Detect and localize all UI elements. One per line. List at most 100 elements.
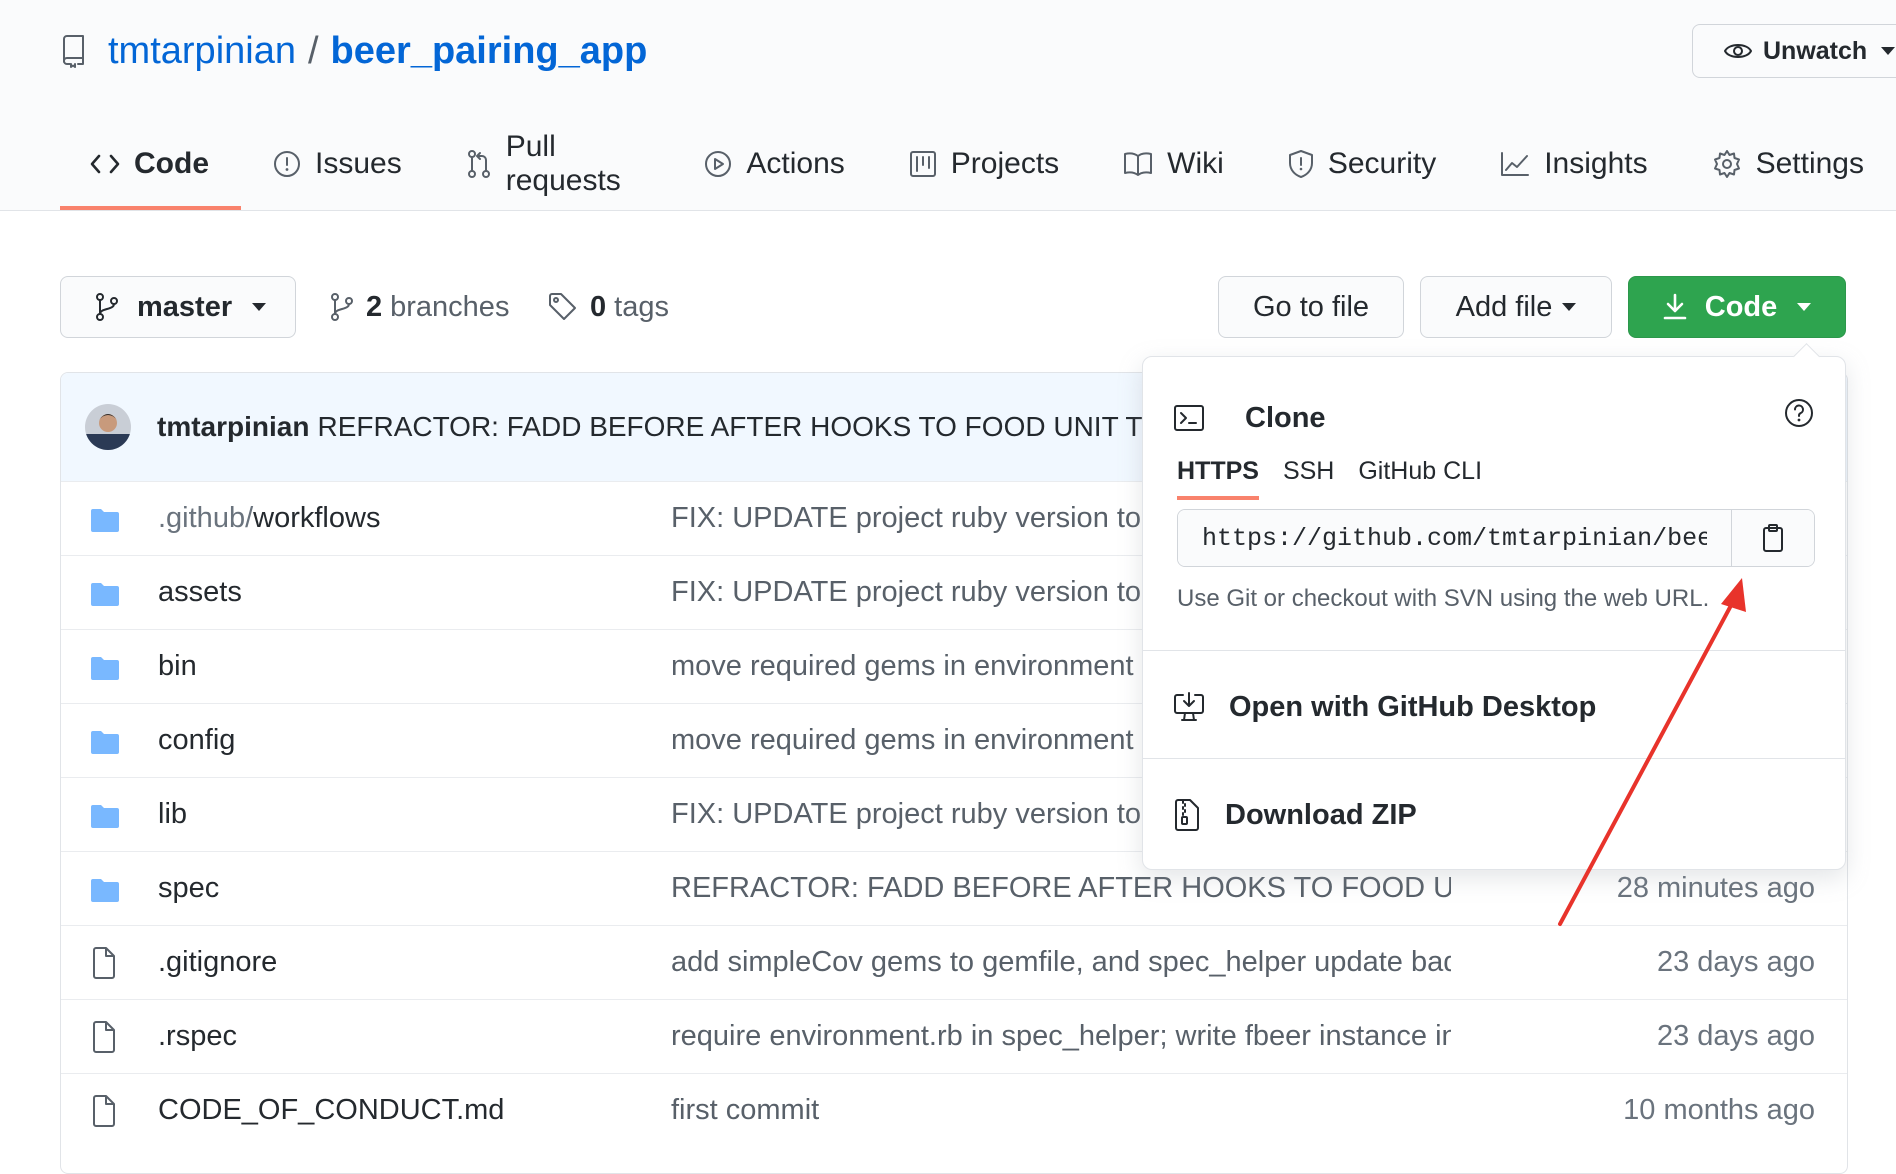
unwatch-label: Unwatch <box>1763 36 1868 65</box>
graph-icon <box>1500 151 1544 177</box>
tab-issues[interactable]: Issues <box>241 128 434 200</box>
clone-title: Clone <box>1245 401 1326 434</box>
folder-icon <box>91 502 119 536</box>
tab-code[interactable]: Code <box>60 128 241 210</box>
file-name-link[interactable]: spec <box>158 852 219 925</box>
file-icon <box>91 1094 117 1128</box>
tab-label: Wiki <box>1167 147 1224 180</box>
branch-icon <box>330 292 366 322</box>
open-github-desktop-item[interactable]: Open with GitHub Desktop <box>1173 677 1596 737</box>
commit-message-link[interactable]: first commit <box>671 1074 1451 1147</box>
clone-dropdown: Clone HTTPS SSH GitHub CLI Use Git or ch… <box>1142 343 1846 870</box>
repo-title: tmtarpinian / beer_pairing_app <box>60 24 647 78</box>
file-name-link[interactable]: lib <box>158 778 187 851</box>
tab-settings[interactable]: Settings <box>1680 128 1896 200</box>
repo-separator: / <box>307 29 319 72</box>
eye-icon <box>1723 39 1763 63</box>
file-name-link[interactable]: assets <box>158 556 242 629</box>
repo-owner-link[interactable]: tmtarpinian <box>108 30 296 73</box>
file-icon <box>91 946 117 980</box>
tab-wiki[interactable]: Wiki <box>1091 128 1256 200</box>
file-name-link[interactable]: .gitignore <box>158 926 277 999</box>
folder-icon <box>91 872 119 906</box>
clone-url-input[interactable] <box>1178 510 1731 566</box>
file-name-link[interactable]: .github/workflows <box>158 482 380 555</box>
tab-label: Projects <box>950 147 1060 180</box>
download-zip-item[interactable]: Download ZIP <box>1173 785 1417 845</box>
branches-count: 2 <box>366 290 383 323</box>
shield-icon <box>1288 149 1328 179</box>
folder-icon <box>91 650 119 684</box>
repo-nav-tabs: Code Issues Pull requests Actions Projec… <box>60 128 1896 210</box>
tab-ssh[interactable]: SSH <box>1283 457 1334 500</box>
copy-url-button[interactable] <box>1731 510 1814 566</box>
tags-label: tags <box>614 290 669 323</box>
tab-label: Settings <box>1755 147 1864 180</box>
tab-pull-requests[interactable]: Pull requests <box>434 128 673 200</box>
commit-age: 23 days ago <box>1656 1020 1815 1052</box>
add-file-label: Add file <box>1455 290 1553 323</box>
question-icon[interactable] <box>1783 397 1815 429</box>
open-desktop-label: Open with GitHub Desktop <box>1229 690 1597 723</box>
repo-icon <box>60 34 86 68</box>
tab-projects[interactable]: Projects <box>877 128 1091 200</box>
file-name-link[interactable]: .rspec <box>158 1000 237 1073</box>
branches-label: branches <box>390 290 510 323</box>
table-row: .rspec require environment.rb in spec_he… <box>61 999 1847 1073</box>
branch-name: master <box>137 290 233 323</box>
unwatch-button[interactable]: Unwatch <box>1692 24 1896 78</box>
book-icon <box>1123 151 1167 177</box>
issue-icon <box>273 150 315 178</box>
project-icon <box>909 150 951 178</box>
tags-count: 0 <box>590 290 607 323</box>
avatar[interactable] <box>85 404 131 450</box>
commit-author-link[interactable]: tmtarpinian <box>157 411 309 442</box>
add-file-button[interactable]: Add file <box>1420 276 1612 338</box>
clone-header: Clone <box>1173 397 1326 439</box>
tab-label: Actions <box>746 147 845 180</box>
latest-commit-text: tmtarpinian REFRACTOR: FADD BEFORE AFTER … <box>157 405 1216 449</box>
branches-link[interactable]: 2 branches <box>330 276 509 338</box>
tab-label: Security <box>1327 147 1437 180</box>
commit-message-link[interactable]: require environment.rb in spec_helper; w… <box>671 1000 1451 1073</box>
table-row: .gitignore add simpleCov gems to gemfile… <box>61 925 1847 999</box>
branch-select-button[interactable]: master <box>60 276 296 338</box>
chevron-down-icon <box>1881 47 1896 55</box>
repo-name-link[interactable]: beer_pairing_app <box>331 30 648 73</box>
branch-icon <box>95 292 137 322</box>
tab-security[interactable]: Security <box>1256 128 1468 200</box>
file-zip-icon <box>1173 798 1225 832</box>
commit-age: 23 days ago <box>1656 946 1815 978</box>
play-icon <box>704 150 746 178</box>
tab-insights[interactable]: Insights <box>1468 128 1679 200</box>
chevron-down-icon <box>252 303 267 311</box>
gear-icon <box>1712 149 1756 179</box>
chevron-down-icon <box>1797 303 1812 311</box>
folder-icon <box>91 724 119 758</box>
commit-message-link[interactable]: REFRACTOR: FADD BEFORE AFTER HOOKS TO FO… <box>317 411 1215 442</box>
clone-url-note: Use Git or checkout with SVN using the w… <box>1177 585 1710 612</box>
folder-icon <box>91 798 119 832</box>
file-name-link[interactable]: config <box>158 704 235 777</box>
table-row: CODE_OF_CONDUCT.md first commit 10 month… <box>61 1073 1847 1147</box>
tab-actions[interactable]: Actions <box>672 128 876 200</box>
commit-message-link[interactable]: add simpleCov gems to gemfile, and spec_… <box>671 926 1451 999</box>
tags-link[interactable]: 0 tags <box>548 276 669 338</box>
tab-github-cli[interactable]: GitHub CLI <box>1358 457 1482 500</box>
code-icon <box>90 153 134 175</box>
divider <box>1143 650 1845 651</box>
download-zip-label: Download ZIP <box>1225 798 1417 831</box>
code-dropdown-button[interactable]: Code <box>1628 276 1846 338</box>
file-name-link[interactable]: CODE_OF_CONDUCT.md <box>158 1074 504 1147</box>
file-icon <box>91 1020 117 1054</box>
dropdown-caret <box>1793 343 1820 370</box>
pull-request-icon <box>466 149 506 179</box>
file-name-link[interactable]: bin <box>158 630 197 703</box>
tab-label: Pull requests <box>505 130 621 197</box>
tab-label: Issues <box>315 147 402 180</box>
divider <box>1143 758 1845 759</box>
tab-https[interactable]: HTTPS <box>1177 457 1259 500</box>
clone-protocol-tabs: HTTPS SSH GitHub CLI <box>1177 457 1506 500</box>
terminal-icon <box>1173 404 1245 432</box>
go-to-file-button[interactable]: Go to file <box>1218 276 1404 338</box>
